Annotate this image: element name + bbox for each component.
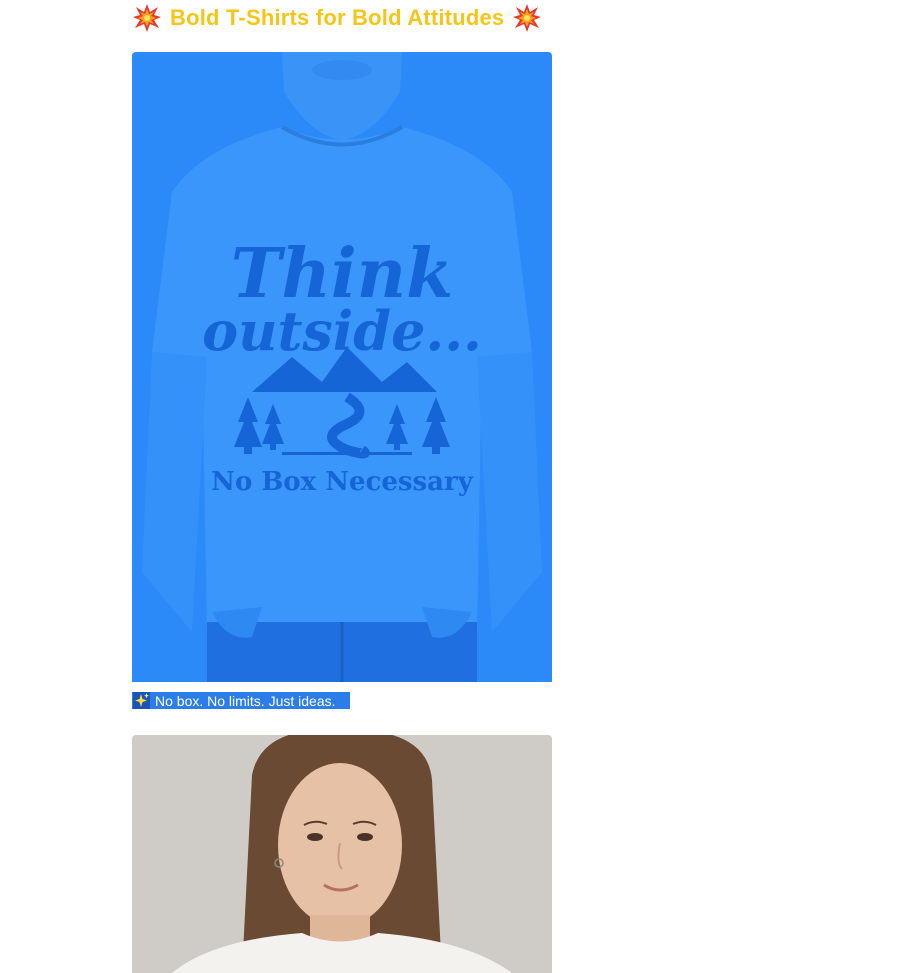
caption-text: No box. No limits. Just ideas. bbox=[155, 692, 336, 709]
headline-title: Bold T-Shirts for Bold Attitudes bbox=[170, 5, 505, 30]
sparkles-icon bbox=[133, 692, 150, 709]
product-caption: No box. No limits. Just ideas. bbox=[132, 692, 350, 709]
page-headline: Bold T-Shirts for Bold Attitudes bbox=[132, 2, 542, 34]
collision-burst-icon bbox=[133, 4, 161, 32]
collision-burst-icon bbox=[513, 4, 542, 32]
product-image-think-outside[interactable]: Think outside... No Box Necessary bbox=[132, 52, 552, 682]
shirt-print-line-3: No Box Necessary bbox=[211, 467, 474, 497]
product-image-woman-white-shirt[interactable] bbox=[132, 735, 552, 973]
shirt-print-line-2: outside... bbox=[202, 299, 482, 363]
